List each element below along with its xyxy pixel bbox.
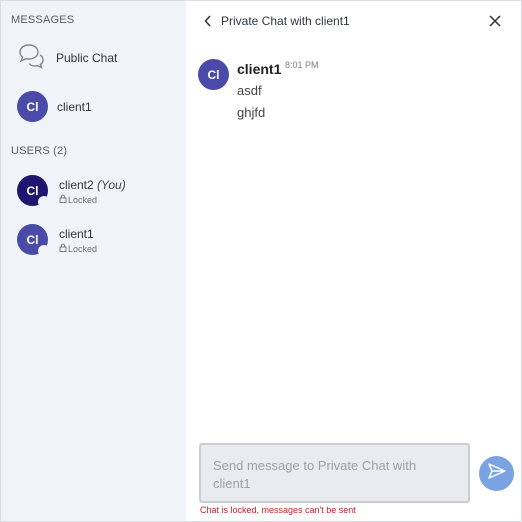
lock-icon	[59, 243, 67, 254]
chat-item-label: client1	[57, 100, 92, 114]
chevron-left-icon	[202, 15, 214, 33]
user-item-client2[interactable]: Cl client2 (You) Locked	[1, 169, 186, 213]
avatar: Cl	[17, 91, 48, 122]
send-icon	[487, 462, 507, 485]
avatar: Cl	[17, 175, 50, 208]
message-author: client1	[237, 61, 282, 77]
user-status: Locked	[59, 243, 97, 254]
status-indicator	[38, 245, 50, 257]
close-icon	[487, 15, 503, 33]
user-name: client1	[59, 227, 94, 241]
back-button[interactable]	[202, 13, 214, 29]
messages-section-title: MESSAGES	[11, 14, 75, 26]
sidebar: MESSAGES Public Chat Cl client1 USERS (2…	[1, 1, 186, 521]
send-button[interactable]	[479, 456, 514, 491]
public-chat-item[interactable]: Public Chat	[1, 38, 186, 78]
avatar-initials: Cl	[26, 99, 39, 114]
user-name: client2 (You)	[59, 178, 126, 192]
avatar: Cl	[17, 224, 50, 257]
public-chat-label: Public Chat	[56, 51, 118, 65]
avatar-initials: Cl	[26, 232, 39, 247]
user-item-client1[interactable]: Cl client1 Locked	[1, 218, 186, 262]
message-text: asdf	[237, 83, 262, 98]
chat-item-client1[interactable]: Cl client1	[1, 87, 186, 127]
user-status-text: Locked	[68, 194, 98, 205]
chat-header: Private Chat with client1	[186, 1, 521, 41]
message-text: ghjfd	[237, 105, 266, 120]
avatar-initials: Cl	[26, 183, 39, 198]
avatar-initials: Cl	[207, 67, 220, 82]
user-status: Locked	[59, 194, 97, 205]
chat-locked-warning: Chat is locked, messages can't be sent	[200, 505, 356, 515]
close-button[interactable]	[487, 13, 503, 29]
message-input[interactable]: Send message to Private Chat with client…	[199, 443, 470, 503]
you-label: (You)	[97, 178, 126, 192]
users-section-title: USERS (2)	[11, 145, 68, 157]
message-time: 8:01 PM	[285, 60, 319, 70]
user-status-text: Locked	[68, 243, 98, 254]
user-name-text: client2	[59, 178, 94, 192]
message-avatar: Cl	[198, 59, 229, 90]
lock-icon	[59, 194, 67, 205]
chat-title: Private Chat with client1	[221, 14, 350, 28]
status-indicator	[38, 196, 50, 208]
chat-bubbles-icon	[16, 43, 44, 69]
